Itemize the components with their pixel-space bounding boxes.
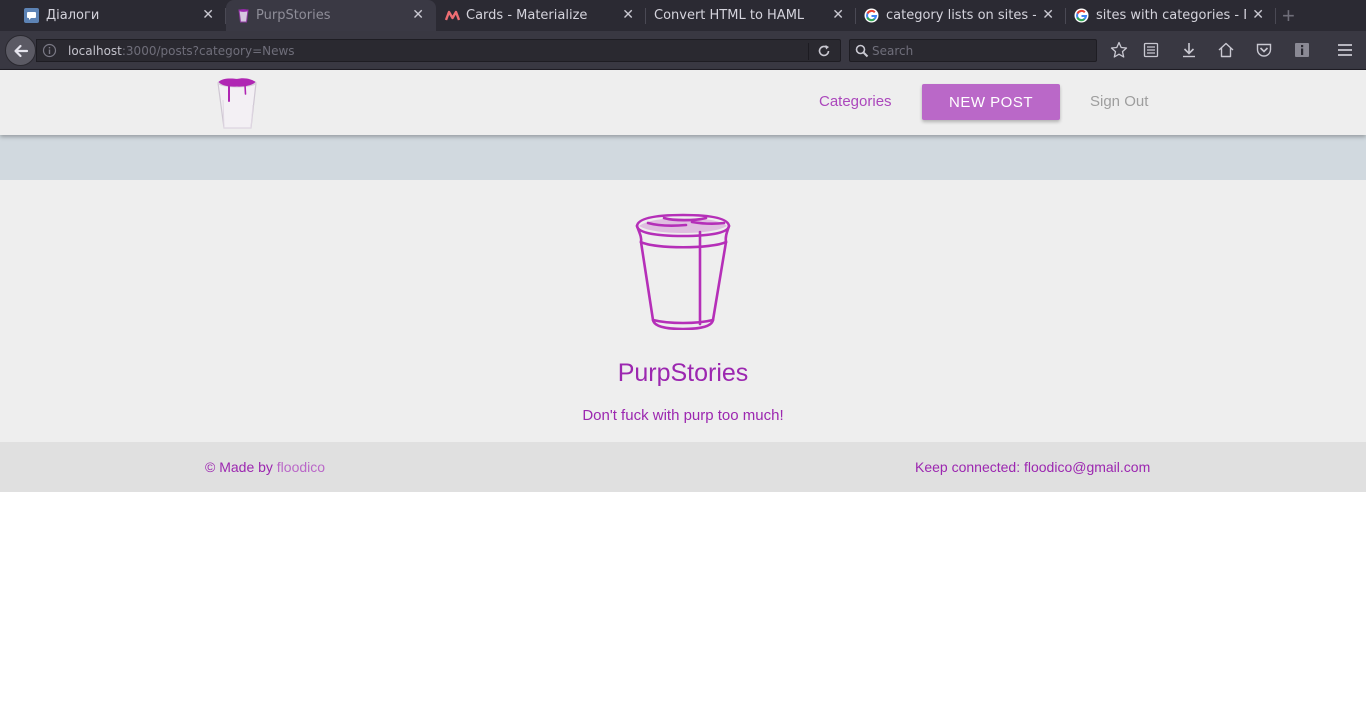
- url-host: localhost: [68, 44, 122, 58]
- close-tab-icon[interactable]: ✕: [1042, 7, 1054, 23]
- tab-label: sites with categories - По...: [1096, 8, 1246, 23]
- google-icon: [864, 8, 879, 23]
- purple-cup-icon: [238, 9, 249, 23]
- tab-purpstories[interactable]: PurpStories ✕: [226, 0, 436, 31]
- download-icon[interactable]: [1180, 41, 1198, 59]
- nav-link-sign-out[interactable]: Sign Out: [1090, 93, 1148, 110]
- new-post-button[interactable]: NEW POST: [922, 84, 1060, 120]
- reading-list-icon[interactable]: [1142, 41, 1160, 59]
- google-icon: [1074, 8, 1089, 23]
- tab-label: Cards - Materialize: [466, 8, 588, 23]
- vk-messages-icon: [24, 8, 39, 23]
- close-tab-icon[interactable]: ✕: [832, 7, 844, 23]
- footer-author-link[interactable]: floodico: [277, 459, 325, 475]
- purple-cup-logo[interactable]: [214, 75, 260, 131]
- materialize-icon: [445, 10, 460, 21]
- info-icon[interactable]: [42, 43, 57, 58]
- browser-nav-bar: localhost:3000/posts?category=News: [0, 31, 1366, 70]
- close-tab-icon[interactable]: ✕: [412, 7, 424, 23]
- url-divider: [808, 43, 809, 60]
- site-header: Categories NEW POST Sign Out: [0, 70, 1366, 135]
- footer-contact: Keep connected: floodico@gmail.com: [915, 459, 1151, 475]
- search-bar[interactable]: [849, 39, 1097, 62]
- pocket-icon[interactable]: [1255, 41, 1273, 59]
- nav-link-categories[interactable]: Categories: [819, 93, 892, 110]
- bookmark-star-icon[interactable]: [1110, 41, 1128, 59]
- hero-tagline: Don't fuck with purp too much!: [582, 407, 784, 424]
- url-bar[interactable]: localhost:3000/posts?category=News: [36, 39, 841, 62]
- search-icon: [855, 44, 869, 58]
- sub-header-bar: [0, 135, 1366, 180]
- home-icon[interactable]: [1217, 41, 1235, 59]
- purple-cup-outline-logo: [635, 213, 731, 330]
- hero-section: PurpStories Don't fuck with purp too muc…: [0, 180, 1366, 442]
- back-arrow-icon: [13, 44, 28, 57]
- search-input[interactable]: [872, 42, 1092, 60]
- tab-dialogs[interactable]: Діалоги ✕: [0, 0, 226, 31]
- menu-icon[interactable]: [1336, 41, 1354, 59]
- tab-materialize[interactable]: Cards - Materialize ✕: [436, 0, 646, 31]
- back-button[interactable]: [5, 35, 36, 66]
- footer-credits: © Made by floodico: [205, 459, 325, 475]
- reload-icon[interactable]: [817, 44, 831, 58]
- url-path: :3000/posts?category=News: [121, 44, 295, 58]
- tab-sites-with-categories[interactable]: sites with categories - По... ✕: [1066, 0, 1276, 31]
- close-tab-icon[interactable]: ✕: [1252, 7, 1264, 23]
- tab-category-lists[interactable]: category lists on sites - П... ✕: [856, 0, 1066, 31]
- hero-title: PurpStories: [617, 359, 749, 387]
- extension-icon[interactable]: [1293, 41, 1311, 59]
- site-footer: © Made by floodico Keep connected: flood…: [0, 442, 1366, 492]
- new-tab-icon[interactable]: +: [1282, 3, 1295, 29]
- url-text[interactable]: localhost:3000/posts?category=News: [68, 44, 295, 58]
- tab-label: Діалоги: [46, 8, 100, 23]
- browser-tab-strip: Діалоги ✕ PurpStories ✕ Cards - Material…: [0, 0, 1366, 31]
- tab-label: PurpStories: [256, 8, 331, 23]
- close-tab-icon[interactable]: ✕: [202, 7, 214, 23]
- tab-html-to-haml[interactable]: Convert HTML to HAML ✕: [646, 0, 856, 31]
- footer-made-by-text: © Made by: [205, 459, 277, 475]
- tab-label: Convert HTML to HAML: [654, 8, 804, 23]
- close-tab-icon[interactable]: ✕: [622, 7, 634, 23]
- tab-label: category lists on sites - П...: [886, 8, 1036, 23]
